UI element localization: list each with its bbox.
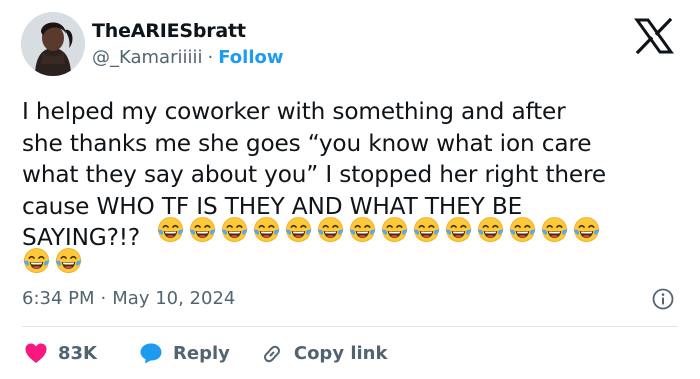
follow-button[interactable]: Follow xyxy=(218,47,283,68)
face-with-tears-of-joy-icon xyxy=(349,217,376,243)
avatar[interactable] xyxy=(21,12,85,76)
divider xyxy=(22,326,678,327)
face-with-tears-of-joy-icon xyxy=(317,217,344,243)
tweet-card: TheARIESbratt @_Kamariiiii · Follow I help… xyxy=(0,0,700,379)
face-with-tears-of-joy-icon xyxy=(157,217,184,243)
reply-label: Reply xyxy=(173,342,230,364)
tweet-date: May 10, 2024 xyxy=(112,288,236,309)
face-with-tears-of-joy-icon xyxy=(285,217,312,243)
author-name[interactable]: TheARIESbratt xyxy=(92,20,246,42)
reply-button[interactable]: Reply xyxy=(139,342,230,364)
handle-separator: · xyxy=(207,47,214,68)
emoji-row xyxy=(156,216,601,247)
face-with-tears-of-joy-icon xyxy=(253,217,280,243)
face-with-tears-of-joy-icon xyxy=(509,217,536,243)
author-handle[interactable]: @_Kamariiiii xyxy=(92,47,203,68)
copy-link-button[interactable]: Copy link xyxy=(260,342,388,364)
face-with-tears-of-joy-icon xyxy=(573,217,600,243)
info-icon[interactable] xyxy=(652,288,674,310)
face-with-tears-of-joy-icon xyxy=(221,217,248,243)
tweet-time: 6:34 PM xyxy=(22,288,95,309)
like-count: 83K xyxy=(58,342,97,364)
speech-bubble-icon xyxy=(140,343,162,364)
timestamp-separator: · xyxy=(100,288,107,309)
heart-icon xyxy=(25,343,47,363)
like-button[interactable]: 83K xyxy=(24,342,97,364)
face-with-tears-of-joy-icon xyxy=(413,217,440,243)
face-with-tears-of-joy-icon xyxy=(189,217,216,243)
face-with-tears-of-joy-icon xyxy=(541,217,568,243)
copy-link-label: Copy link xyxy=(293,342,388,364)
face-with-tears-of-joy-icon xyxy=(23,248,50,274)
tweet-timestamp[interactable]: 6:34 PM · May 10, 2024 xyxy=(22,288,235,309)
emoji-row xyxy=(22,247,83,278)
tweet-actions: 83K Reply Copy link xyxy=(24,338,387,368)
face-with-tears-of-joy-icon xyxy=(381,217,408,243)
link-icon xyxy=(263,345,280,363)
x-logo-icon[interactable] xyxy=(634,18,674,54)
author-handle-row: @_Kamariiiii · Follow xyxy=(92,47,284,68)
face-with-tears-of-joy-icon xyxy=(445,217,472,243)
face-with-tears-of-joy-icon xyxy=(477,217,504,243)
face-with-tears-of-joy-icon xyxy=(55,248,82,274)
